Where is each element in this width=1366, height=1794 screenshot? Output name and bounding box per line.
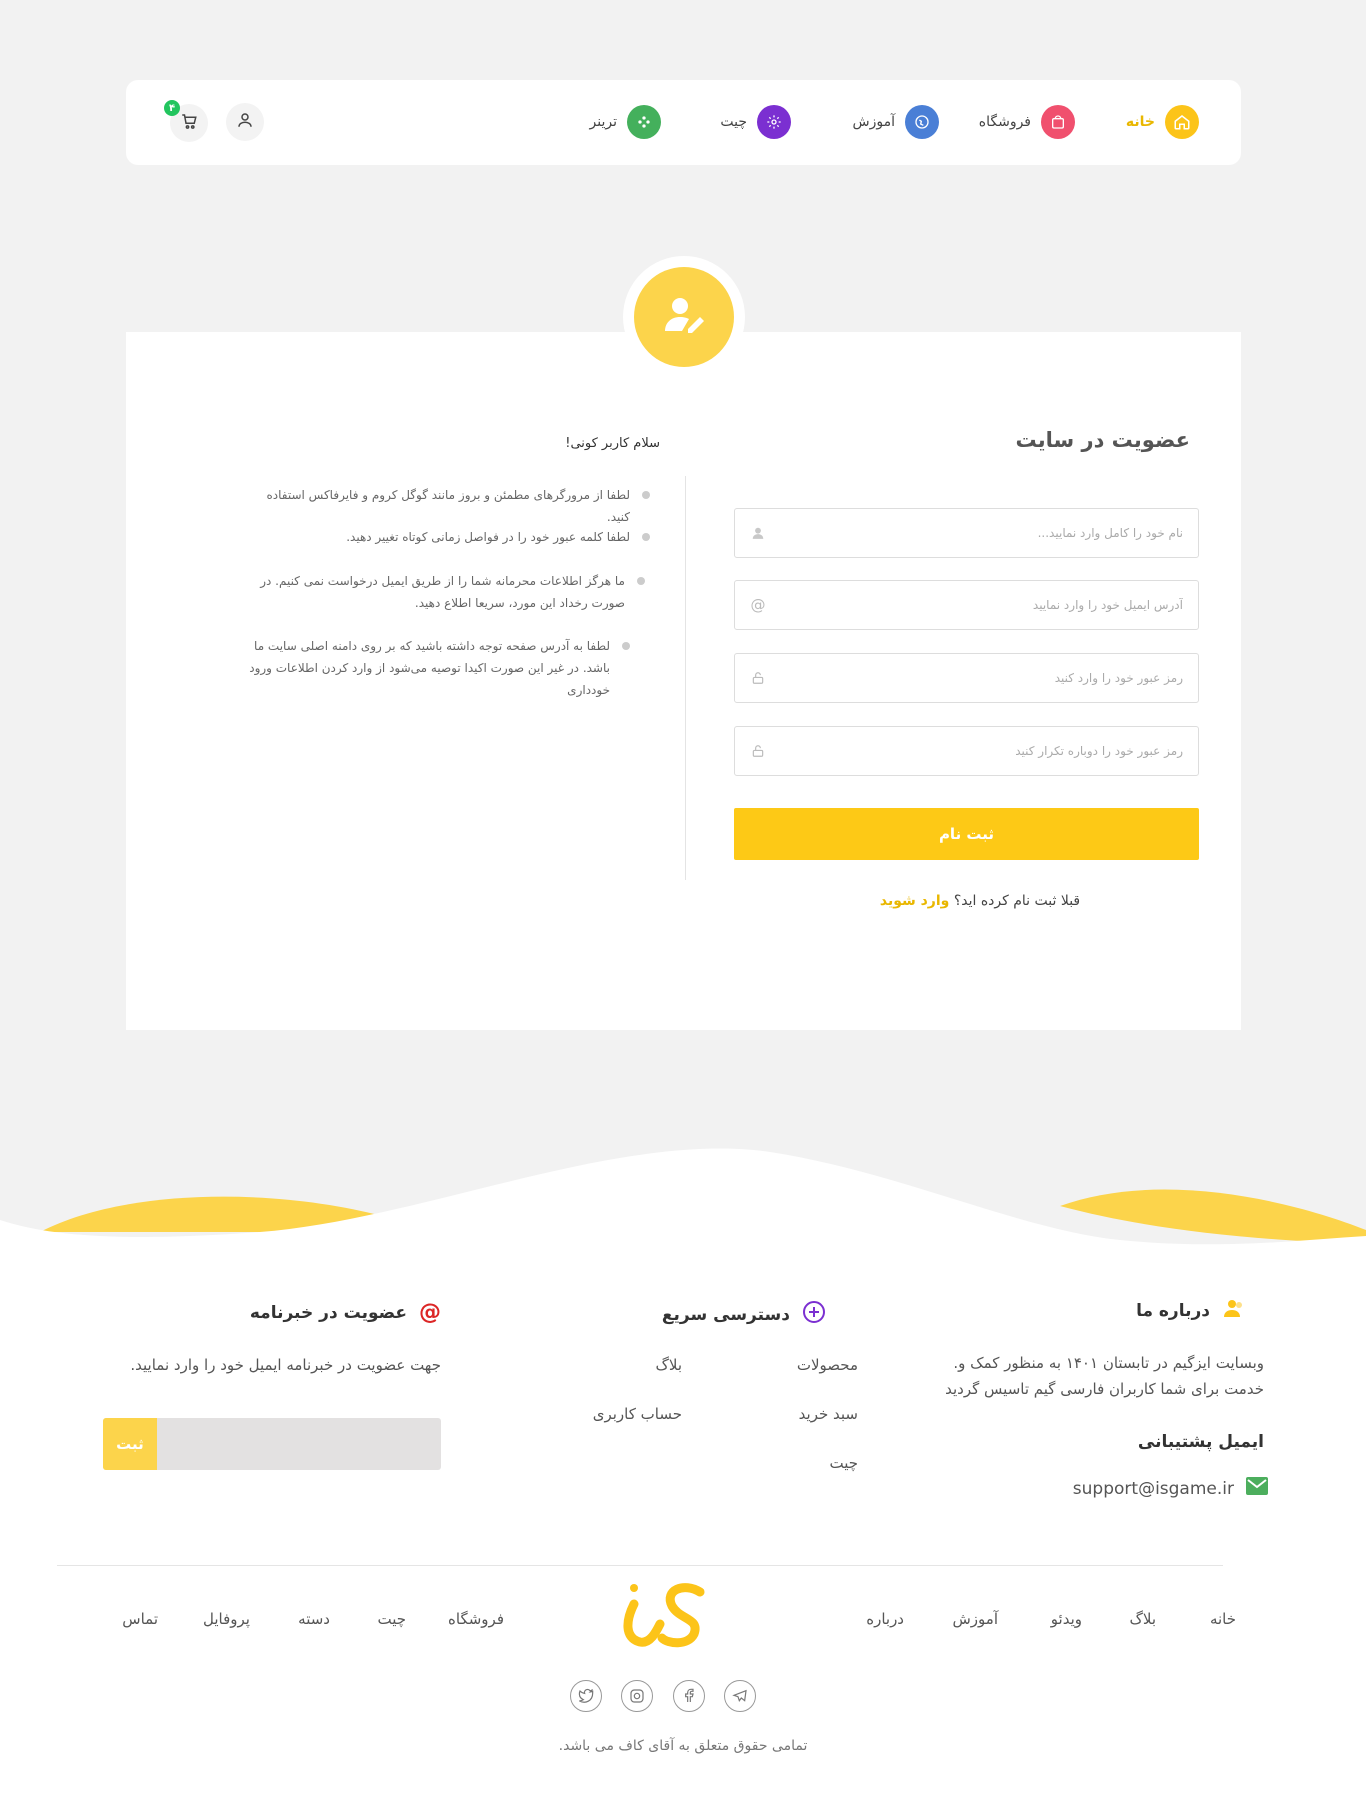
- bottom-link-shop[interactable]: فروشگاه: [448, 1610, 504, 1628]
- support-title: ایمیل پشتیبانی: [1137, 1432, 1264, 1452]
- at-sign-icon: @: [419, 1300, 441, 1325]
- plus-circle-icon: [802, 1300, 826, 1329]
- fullname-input[interactable]: [735, 509, 1198, 557]
- user-edit-icon: [660, 291, 708, 343]
- bottom-link-contact[interactable]: تماس: [122, 1610, 158, 1628]
- quick-access-heading: دسترسی سریع: [662, 1300, 826, 1329]
- footer-link-cheat[interactable]: چیت: [829, 1454, 858, 1472]
- user-icon: [749, 524, 767, 542]
- login-prompt: قبلا ثبت نام کرده اید؟ وارد شوید: [780, 893, 1180, 909]
- user-account-button[interactable]: [226, 103, 264, 141]
- about-title: درباره ما: [1136, 1300, 1210, 1321]
- tip-item: لطفا از مرورگرهای مطمئن و بروز مانند گوگ…: [240, 484, 650, 528]
- password-confirm-field[interactable]: [734, 726, 1199, 776]
- nav-item-learning[interactable]: آموزش: [853, 102, 939, 142]
- bottom-link-home[interactable]: خانه: [1210, 1610, 1236, 1628]
- site-logo: [620, 1580, 710, 1654]
- footer-link-account[interactable]: حساب کاربری: [593, 1405, 682, 1423]
- email-field[interactable]: @: [734, 580, 1199, 630]
- newsletter-form: ثبت: [103, 1418, 441, 1470]
- at-sign-icon: @: [750, 596, 766, 614]
- bottom-link-cheat[interactable]: چیت: [377, 1610, 406, 1628]
- bottom-link-about[interactable]: درباره: [866, 1610, 904, 1628]
- bottom-link-learning[interactable]: آموزش: [952, 1610, 998, 1628]
- shopping-bag-icon: [1041, 105, 1075, 139]
- bottom-link-blog[interactable]: بلاگ: [1129, 1610, 1156, 1628]
- newsletter-heading: @ عضویت در خبرنامه: [250, 1300, 441, 1325]
- password-input[interactable]: [735, 654, 1198, 702]
- tip-item: لطفا به آدرس صفحه توجه داشته باشید که بر…: [240, 635, 630, 701]
- telegram-icon[interactable]: [724, 1680, 756, 1712]
- about-text: وبسایت ایزگیم در تابستان ۱۴۰۱ به منظور ک…: [945, 1354, 1264, 1398]
- globe-icon: [905, 105, 939, 139]
- top-navbar: خانه فروشگاه آموزش چیت ترینر ۴: [126, 80, 1241, 165]
- password-field[interactable]: [734, 653, 1199, 703]
- support-email-row: support@isgame.ir: [1073, 1477, 1268, 1500]
- nav-item-shop[interactable]: فروشگاه: [979, 102, 1075, 142]
- nav-label: آموزش: [852, 114, 895, 130]
- nav-label: فروشگاه: [978, 114, 1031, 130]
- copyright: تمامی حقوق متعلق به آقای کاف می باشد.: [558, 1738, 808, 1754]
- cart-button[interactable]: ۴: [164, 100, 208, 142]
- nav-label: چیت: [720, 114, 747, 130]
- lock-icon: [749, 669, 767, 687]
- cart-icon: [180, 112, 198, 134]
- nav-label: خانه: [1125, 114, 1155, 130]
- users-icon: [1222, 1296, 1246, 1325]
- tip-item: ما هرگز اطلاعات محرمانه شما را از طریق ا…: [240, 570, 645, 614]
- password-confirm-input[interactable]: [735, 727, 1198, 775]
- register-button[interactable]: ثبت نام: [734, 808, 1199, 860]
- home-icon: [1165, 105, 1199, 139]
- bottom-link-video[interactable]: ویدئو: [1051, 1610, 1082, 1628]
- nav-item-cheat[interactable]: چیت: [720, 102, 791, 142]
- newsletter-submit-button[interactable]: ثبت: [103, 1418, 157, 1470]
- quick-access-title: دسترسی سریع: [661, 1304, 790, 1325]
- email-input[interactable]: [735, 581, 1198, 629]
- footer-link-cart[interactable]: سبد خرید: [799, 1405, 858, 1423]
- vertical-divider: [685, 476, 686, 880]
- cart-count-badge: ۴: [164, 100, 180, 116]
- footer-link-products[interactable]: محصولات: [797, 1356, 858, 1374]
- lock-icon: [749, 742, 767, 760]
- support-email-link[interactable]: support@isgame.ir: [1073, 1479, 1234, 1499]
- nav-item-trainer[interactable]: ترینر: [590, 102, 661, 142]
- login-prompt-text: قبلا ثبت نام کرده اید؟: [953, 893, 1081, 909]
- newsletter-title: عضویت در خبرنامه: [249, 1302, 407, 1323]
- tips-greeting: سلام کاربر کونی!: [565, 436, 660, 451]
- gear-icon: [757, 105, 791, 139]
- support-heading: ایمیل پشتیبانی: [1138, 1432, 1264, 1452]
- newsletter-email-input[interactable]: [157, 1418, 441, 1470]
- twitter-icon[interactable]: [570, 1680, 602, 1712]
- nav-item-home[interactable]: خانه: [1126, 102, 1199, 142]
- fullname-field[interactable]: [734, 508, 1199, 558]
- about-heading: درباره ما: [1136, 1296, 1246, 1325]
- nav-label: ترینر: [589, 114, 617, 130]
- gamepad-icon: [627, 105, 661, 139]
- login-link[interactable]: وارد شوید: [880, 893, 950, 909]
- page-title: عضویت در سایت: [1015, 428, 1190, 452]
- mail-icon: [1246, 1477, 1268, 1500]
- bottom-link-category[interactable]: دسته: [298, 1610, 330, 1628]
- avatar: [634, 267, 734, 367]
- newsletter-text: جهت عضویت در خبرنامه ایمیل خود را وارد ن…: [130, 1356, 441, 1374]
- bottom-link-profile[interactable]: پروفایل: [203, 1610, 250, 1628]
- instagram-icon[interactable]: [621, 1680, 653, 1712]
- user-icon: [236, 111, 254, 133]
- footer-link-blog[interactable]: بلاگ: [655, 1356, 682, 1374]
- footer-divider: [57, 1565, 1223, 1566]
- facebook-icon[interactable]: [673, 1680, 705, 1712]
- tip-item: لطفا کلمه عبور خود را در فواصل زمانی کوت…: [240, 526, 650, 548]
